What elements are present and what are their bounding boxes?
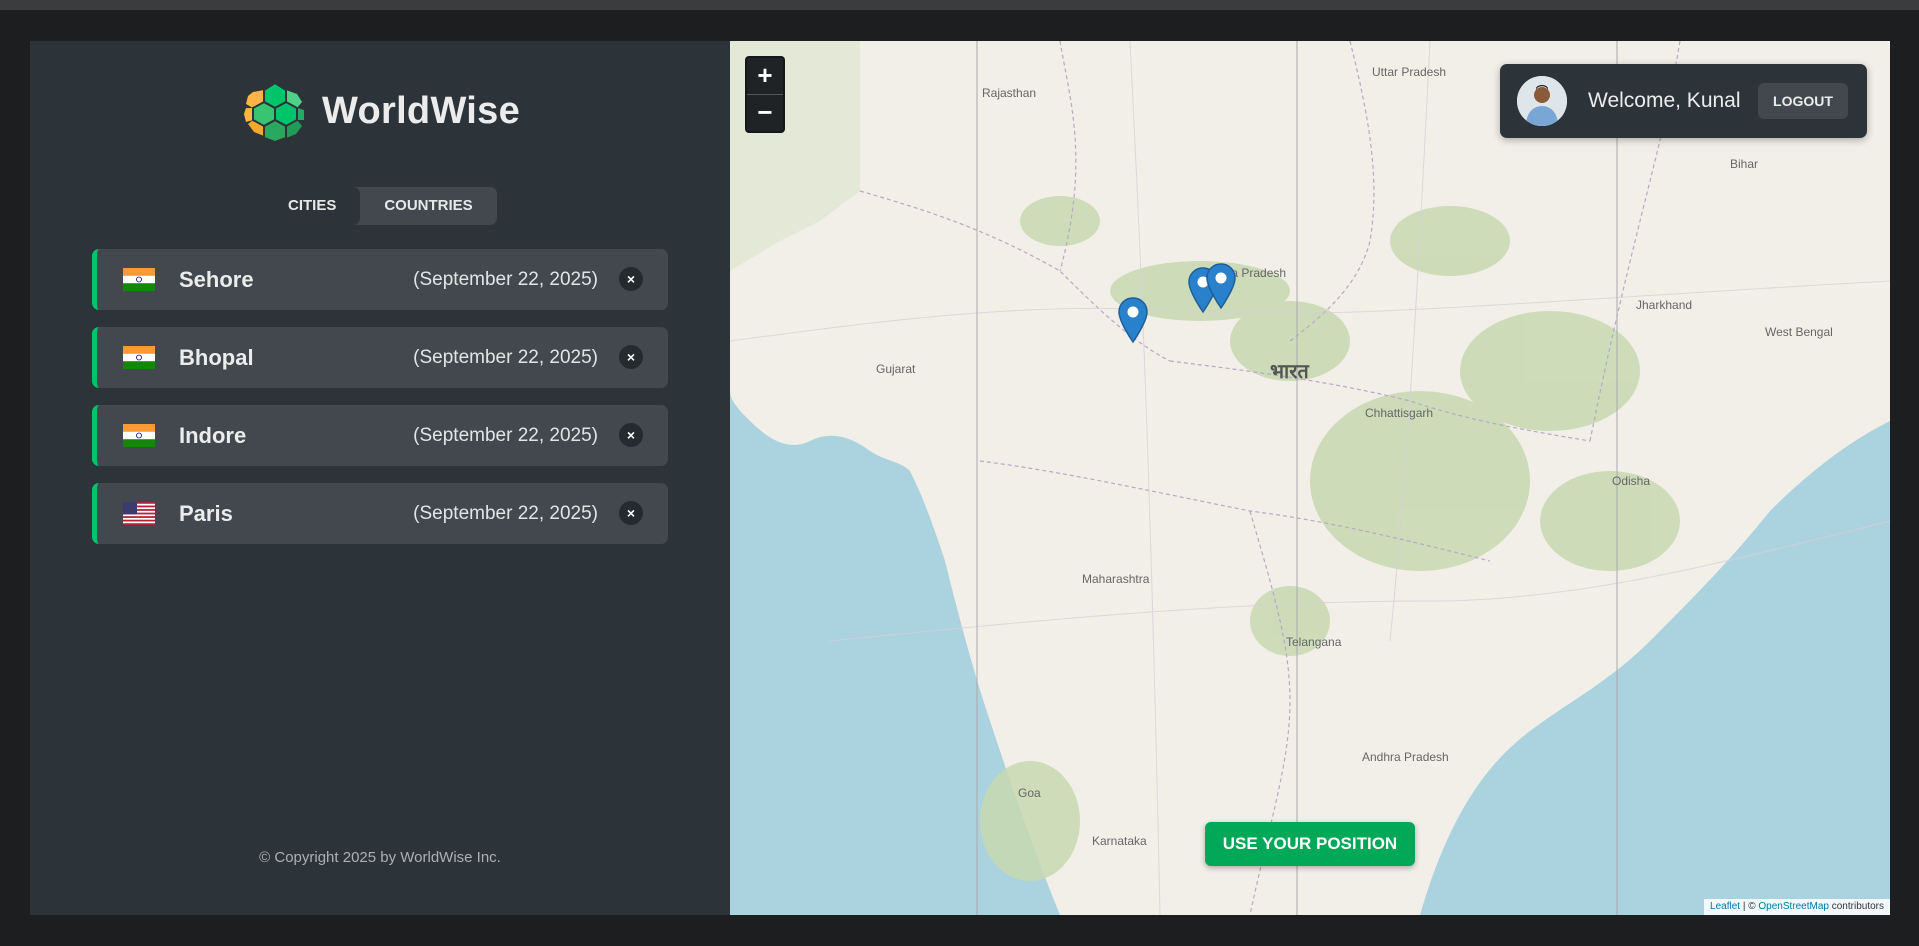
delete-city-button[interactable]: × [619, 501, 643, 525]
map-label-odisha: Odisha [1612, 474, 1651, 488]
zoom-in-button[interactable]: + [747, 58, 783, 94]
attribution-suffix: contributors [1828, 901, 1884, 912]
map-tiles[interactable] [730, 41, 1890, 915]
map-label-bharat: भारत [1270, 361, 1309, 383]
city-date: (September 22, 2025) [413, 425, 598, 446]
city-date: (September 22, 2025) [413, 347, 598, 368]
use-position-button[interactable]: Use your position [1205, 822, 1415, 866]
tab-cities[interactable]: Cities [264, 187, 361, 225]
delete-city-button[interactable]: × [619, 423, 643, 447]
sidebar: WorldWise Cities Countries Sehore (Septe… [30, 41, 730, 915]
map-marker-icon[interactable] [1205, 262, 1237, 310]
city-date: (September 22, 2025) [413, 269, 598, 290]
user-panel: Welcome, Kunal Logout [1500, 64, 1867, 138]
app-name: WorldWise [322, 89, 521, 132]
city-date: (September 22, 2025) [413, 503, 598, 524]
logout-button[interactable]: Logout [1758, 83, 1848, 119]
map-label-west-bengal: West Bengal [1765, 325, 1833, 339]
city-name: Bhopal [179, 345, 254, 370]
city-name: Sehore [179, 267, 254, 292]
city-item[interactable]: Bhopal (September 22, 2025) × [92, 327, 668, 388]
india-flag-icon [123, 268, 155, 291]
delete-city-button[interactable]: × [619, 345, 643, 369]
window-top-bar [0, 0, 1919, 10]
map-label-goa: Goa [1018, 786, 1041, 800]
zoom-out-button[interactable]: − [747, 94, 783, 131]
avatar [1517, 76, 1567, 126]
user-avatar-icon [1517, 76, 1567, 126]
map-label-uttar-pradesh: Uttar Pradesh [1372, 65, 1447, 79]
usa-flag-icon [123, 502, 155, 525]
map-label-andhra-pradesh: Andhra Pradesh [1362, 750, 1449, 764]
map-label-gujarat: Gujarat [876, 362, 916, 376]
city-item[interactable]: Sehore (September 22, 2025) × [92, 249, 668, 310]
city-item[interactable]: Paris (September 22, 2025) × [92, 483, 668, 544]
nav-tabs: Cities Countries [264, 187, 497, 225]
map-label-jharkhand: Jharkhand [1636, 298, 1693, 312]
leaflet-link[interactable]: Leaflet [1710, 901, 1740, 912]
zoom-control: + − [745, 56, 785, 133]
worldwise-logo-icon [244, 80, 306, 144]
india-flag-icon [123, 424, 155, 447]
attribution-separator: | © [1740, 901, 1759, 912]
map[interactable]: Rajasthan Uttar Pradesh Bihar Gujarat dh… [730, 41, 1890, 915]
map-label-rajasthan: Rajasthan [982, 86, 1037, 100]
city-list: Sehore (September 22, 2025) × Bhopal (Se… [92, 249, 668, 561]
openstreetmap-link[interactable]: OpenStreetMap [1758, 901, 1829, 912]
map-label-chhattisgarh: Chhattisgarh [1365, 406, 1434, 420]
map-label-telangana: Telangana [1286, 635, 1342, 649]
logo[interactable]: WorldWise [242, 78, 520, 144]
map-label-karnataka: Karnataka [1092, 834, 1147, 848]
city-name: Indore [179, 423, 247, 448]
city-name: Paris [179, 501, 233, 526]
city-item[interactable]: Indore (September 22, 2025) × [92, 405, 668, 466]
welcome-text: Welcome, Kunal [1588, 89, 1741, 112]
map-attribution: Leaflet | © OpenStreetMap contributors [1704, 899, 1890, 915]
map-label-maharashtra: Maharashtra [1082, 572, 1150, 586]
copyright-text: © Copyright 2025 by WorldWise Inc. [259, 849, 501, 866]
india-flag-icon [123, 346, 155, 369]
tab-countries[interactable]: Countries [360, 187, 496, 225]
delete-city-button[interactable]: × [619, 267, 643, 291]
app-container: WorldWise Cities Countries Sehore (Septe… [30, 41, 1890, 915]
map-marker-icon[interactable] [1117, 296, 1149, 344]
map-label-bihar: Bihar [1730, 157, 1759, 171]
